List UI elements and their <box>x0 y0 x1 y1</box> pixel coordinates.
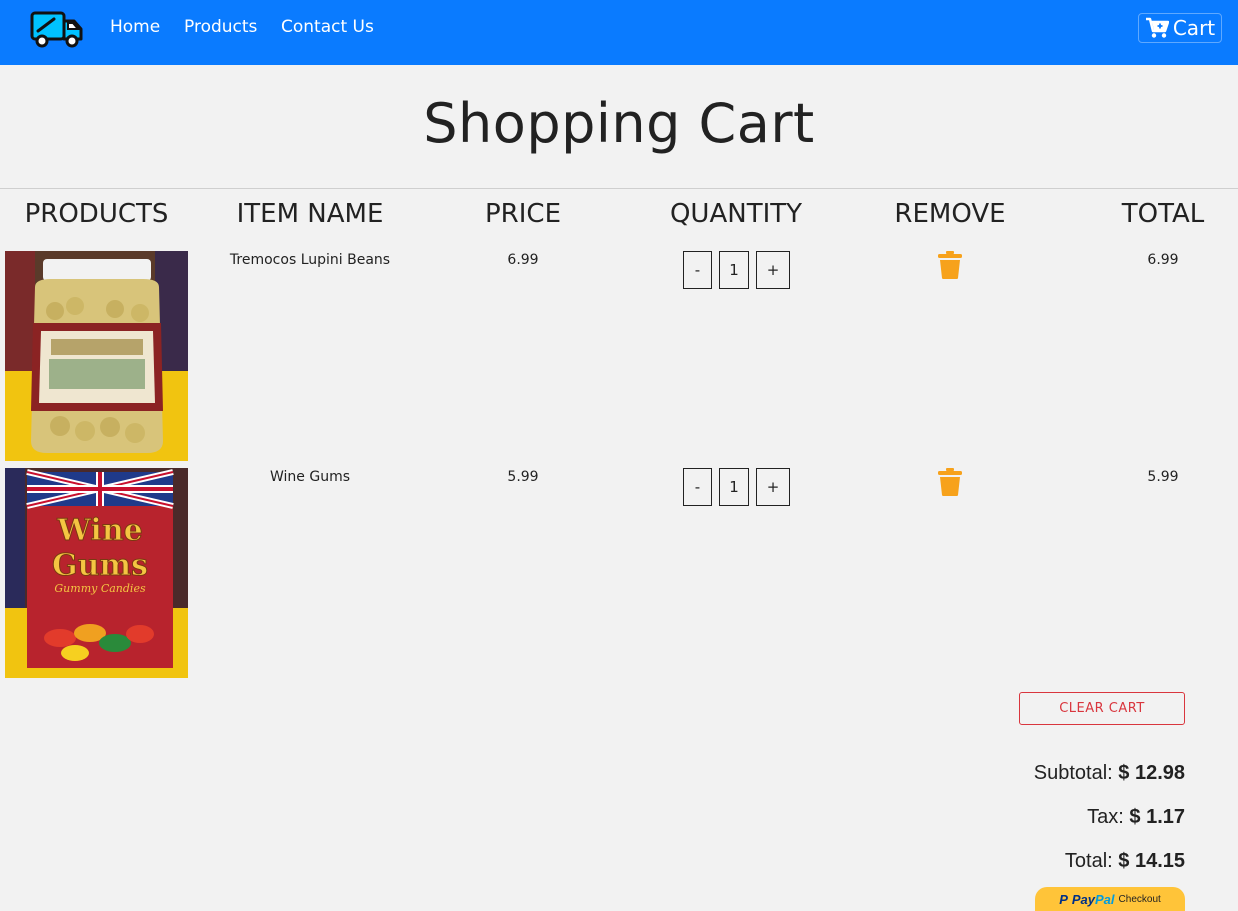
quantity-decrement-button[interactable]: - <box>683 251 712 289</box>
trash-icon[interactable] <box>937 467 963 497</box>
item-total: 5.99 <box>1147 469 1179 485</box>
divider <box>0 188 1238 189</box>
total-value: $ 14.15 <box>1118 850 1185 872</box>
delivery-truck-icon[interactable] <box>30 9 84 49</box>
header-price: PRICE <box>485 199 561 229</box>
paypal-logo-icon: P <box>1059 891 1068 907</box>
quantity-input[interactable]: 1 <box>719 468 749 506</box>
total-label: Total: <box>1064 850 1113 872</box>
paypal-checkout-label: Checkout <box>1118 893 1161 905</box>
item-price: 6.99 <box>507 252 539 268</box>
item-total: 6.99 <box>1147 252 1179 268</box>
svg-text:Gummy Candies: Gummy Candies <box>54 582 146 595</box>
tax-line: Tax: $ 1.17 <box>1087 806 1185 829</box>
nav-products-link[interactable]: Products <box>184 17 257 37</box>
quantity-increment-button[interactable]: + <box>756 468 790 506</box>
paypal-wordmark: PayPal <box>1071 891 1115 907</box>
nav-home-link[interactable]: Home <box>110 17 160 37</box>
item-name: Wine Gums <box>269 469 350 485</box>
header-total: TOTAL <box>1121 199 1205 229</box>
quantity-decrement-button[interactable]: - <box>683 468 712 506</box>
header-products: PRODUCTS <box>24 199 169 229</box>
header-quantity: QUANTITY <box>669 199 803 229</box>
total-line: Total: $ 14.15 <box>1065 850 1185 873</box>
header-item-name: ITEM NAME <box>236 199 384 229</box>
subtotal-value: $ 12.98 <box>1118 762 1185 784</box>
tax-label: Tax: <box>1087 806 1124 828</box>
item-price: 5.99 <box>507 469 539 485</box>
product-image-lupini-beans <box>5 251 188 461</box>
navbar: Home Products Contact Us Cart <box>0 0 1238 65</box>
svg-text:Gums: Gums <box>52 548 148 583</box>
clear-cart-button[interactable]: CLEAR CART <box>1019 692 1185 725</box>
quantity-increment-button[interactable]: + <box>756 251 790 289</box>
subtotal-line: Subtotal: $ 12.98 <box>1034 762 1185 785</box>
subtotal-label: Subtotal: <box>1033 762 1113 784</box>
trash-icon[interactable] <box>937 250 963 280</box>
cart-button[interactable]: Cart <box>1138 13 1222 43</box>
paypal-checkout-button[interactable]: P PayPal Checkout <box>1035 887 1185 911</box>
tax-value: $ 1.17 <box>1129 806 1185 828</box>
item-name: Tremocos Lupini Beans <box>229 252 391 268</box>
product-image-wine-gums: Wine Gums Gummy Candies <box>5 468 188 678</box>
quantity-input[interactable]: 1 <box>719 251 749 289</box>
header-remove: REMOVE <box>894 199 1006 229</box>
svg-text:Wine: Wine <box>56 513 142 548</box>
shopping-cart-icon <box>1145 17 1169 38</box>
nav-contact-link[interactable]: Contact Us <box>281 17 374 37</box>
cart-label: Cart <box>1172 16 1216 40</box>
page-title: Shopping Cart <box>423 92 815 155</box>
